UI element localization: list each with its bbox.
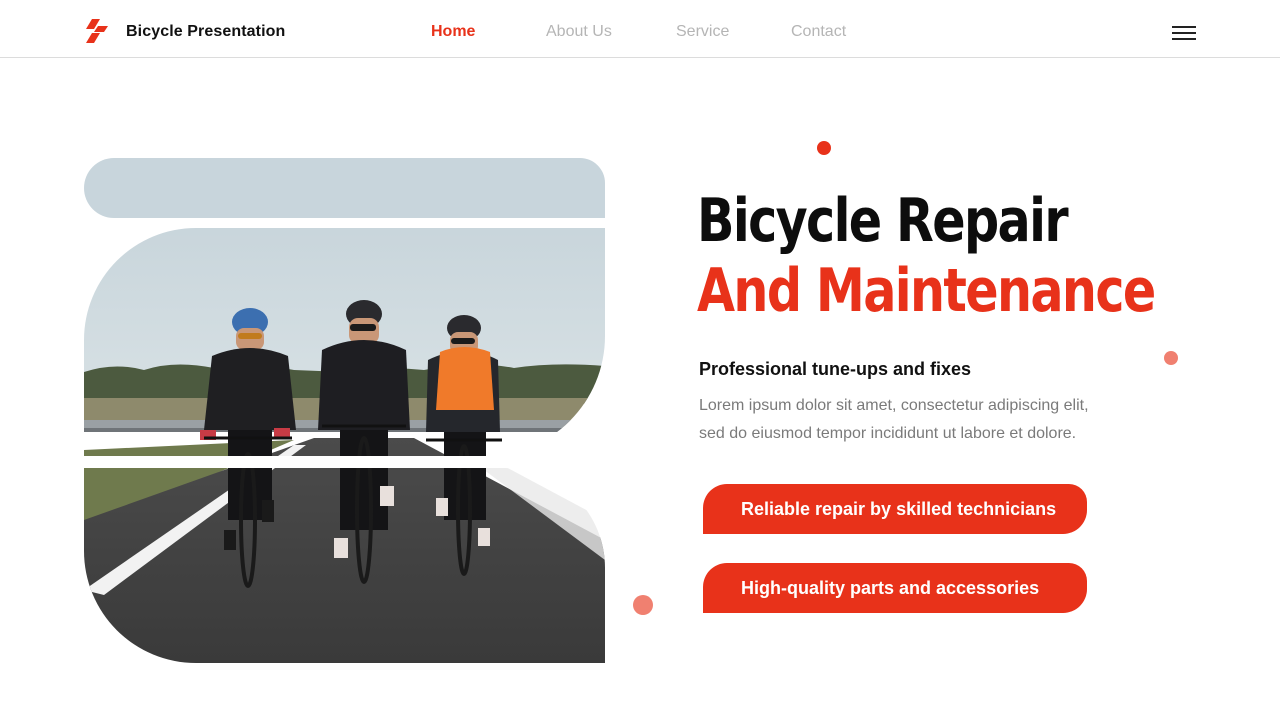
hero-image-middle-segment [84,228,605,456]
hero-image-top-segment [84,158,605,218]
top-navbar: Bicycle Presentation Home About Us Servi… [0,0,1280,58]
nav-contact[interactable]: Contact [791,23,846,41]
hero-title-line1: Bicycle Repair [697,186,1069,256]
brand-name[interactable]: Bicycle Presentation [126,23,285,41]
hero-title-line2: And Maintenance [697,256,1156,326]
feature-button-repair[interactable]: Reliable repair by skilled technicians [703,484,1087,534]
nav-service[interactable]: Service [676,23,729,41]
accent-dot-light [1164,351,1178,365]
bicycle-logo-icon[interactable] [84,19,110,43]
cyclists-photo [84,228,605,456]
nav-about-us[interactable]: About Us [546,23,612,41]
cyclists-photo-lower [84,468,605,663]
hero-description: Lorem ipsum dolor sit amet, consectetur … [699,392,1119,448]
description-line2: sed do eiusmod tempor incididunt ut labo… [699,425,1077,442]
accent-dot-large [633,595,653,615]
description-line1: Lorem ipsum dolor sit amet, consectetur … [699,397,1089,414]
nav-home[interactable]: Home [431,23,475,41]
accent-dot [817,141,831,155]
hamburger-menu-icon[interactable] [1172,26,1196,42]
hero-subtitle: Professional tune-ups and fixes [699,359,972,379]
hero-image-bottom-segment [84,468,605,663]
feature-button-parts[interactable]: High-quality parts and accessories [703,563,1087,613]
